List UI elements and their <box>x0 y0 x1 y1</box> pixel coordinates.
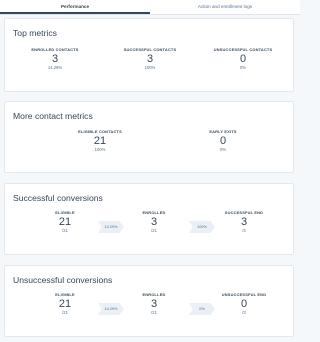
successful-conversions-title: Successful conversions <box>13 193 103 203</box>
metric-label: UNSUCCESSFUL CONTACTS <box>213 47 273 52</box>
metric-value: 0 <box>219 135 227 147</box>
tab-performance[interactable]: Performance <box>0 0 150 14</box>
metric-value: 0 <box>240 298 248 310</box>
metric-value: 3 <box>146 53 154 65</box>
metric-early-exits: EARLY EXITS 0 0% <box>178 129 268 152</box>
metric-sub: /21 <box>62 228 68 233</box>
metric-sub: 14.29% <box>47 65 63 70</box>
more-contact-metrics-card: More contact metrics ELIGIBLE CONTACTS 2… <box>4 101 294 173</box>
metric-label: EARLY EXITS <box>209 129 237 134</box>
funnel-step-successful-end: SUCCESSFUL END 3 /3 <box>199 210 289 233</box>
metric-sub: /21 <box>151 228 157 233</box>
funnel-step-eligible: ELIGIBLE 21 /21 <box>20 292 110 315</box>
metric-sub: /3 <box>242 310 246 315</box>
metric-label: ENROLLED CONTACTS <box>31 47 79 52</box>
metric-value: 3 <box>51 53 59 65</box>
metric-value: 21 <box>93 135 107 147</box>
metric-value: 3 <box>150 216 158 228</box>
funnel-step-enrolled: ENROLLED 3 /21 <box>109 210 199 233</box>
metric-value: 3 <box>240 216 248 228</box>
funnel-step-unsuccessful-end: UNSUCCESSFUL END 0 /3 <box>199 292 289 315</box>
metric-label: UNSUCCESSFUL END <box>221 292 267 297</box>
successful-conversions-card: Successful conversions ELIGIBLE 21 /21 1… <box>4 183 294 255</box>
funnel-step-enrolled: ENROLLED 3 /21 <box>109 292 199 315</box>
metric-sub: 100% <box>94 147 106 152</box>
metric-eligible-contacts: ELIGIBLE CONTACTS 21 100% <box>55 129 145 152</box>
metric-value: 3 <box>150 298 158 310</box>
metric-value: 21 <box>58 298 72 310</box>
metric-sub: 0% <box>219 147 227 152</box>
metric-label: ENROLLED <box>142 210 166 215</box>
metric-value: 21 <box>58 216 72 228</box>
metric-enrolled-contacts: ENROLLED CONTACTS 3 14.29% <box>10 47 100 70</box>
metric-sub: 100% <box>144 65 156 70</box>
metric-label: ELIGIBLE CONTACTS <box>78 129 122 134</box>
top-metrics-title: Top metrics <box>13 28 57 38</box>
metric-value: 0 <box>239 53 247 65</box>
unsuccessful-conversions-title: Unsuccessful conversions <box>13 275 113 285</box>
metric-label: ENROLLED <box>142 292 166 297</box>
metric-sub: /21 <box>62 310 68 315</box>
tab-action-enrollment-logs[interactable]: Action and enrollment logs <box>150 0 300 14</box>
metric-label: ELIGIBLE <box>55 292 75 297</box>
top-metrics-card: Top metrics ENROLLED CONTACTS 3 14.29% S… <box>4 18 294 92</box>
metric-sub: /21 <box>151 310 157 315</box>
metric-label: ELIGIBLE <box>55 210 75 215</box>
unsuccessful-conversions-card: Unsuccessful conversions ELIGIBLE 21 /21… <box>4 265 294 337</box>
metric-sub: /3 <box>242 228 246 233</box>
funnel-step-eligible: ELIGIBLE 21 /21 <box>20 210 110 233</box>
tab-bar: Performance Action and enrollment logs <box>0 0 300 15</box>
metric-successful-contacts: SUCCESSFUL CONTACTS 3 100% <box>105 47 195 70</box>
metric-label: SUCCESSFUL CONTACTS <box>123 47 177 52</box>
metric-unsuccessful-contacts: UNSUCCESSFUL CONTACTS 0 0% <box>198 47 288 70</box>
metric-label: SUCCESSFUL END <box>224 210 264 215</box>
metric-sub: 0% <box>239 65 247 70</box>
more-contact-metrics-title: More contact metrics <box>13 111 93 121</box>
